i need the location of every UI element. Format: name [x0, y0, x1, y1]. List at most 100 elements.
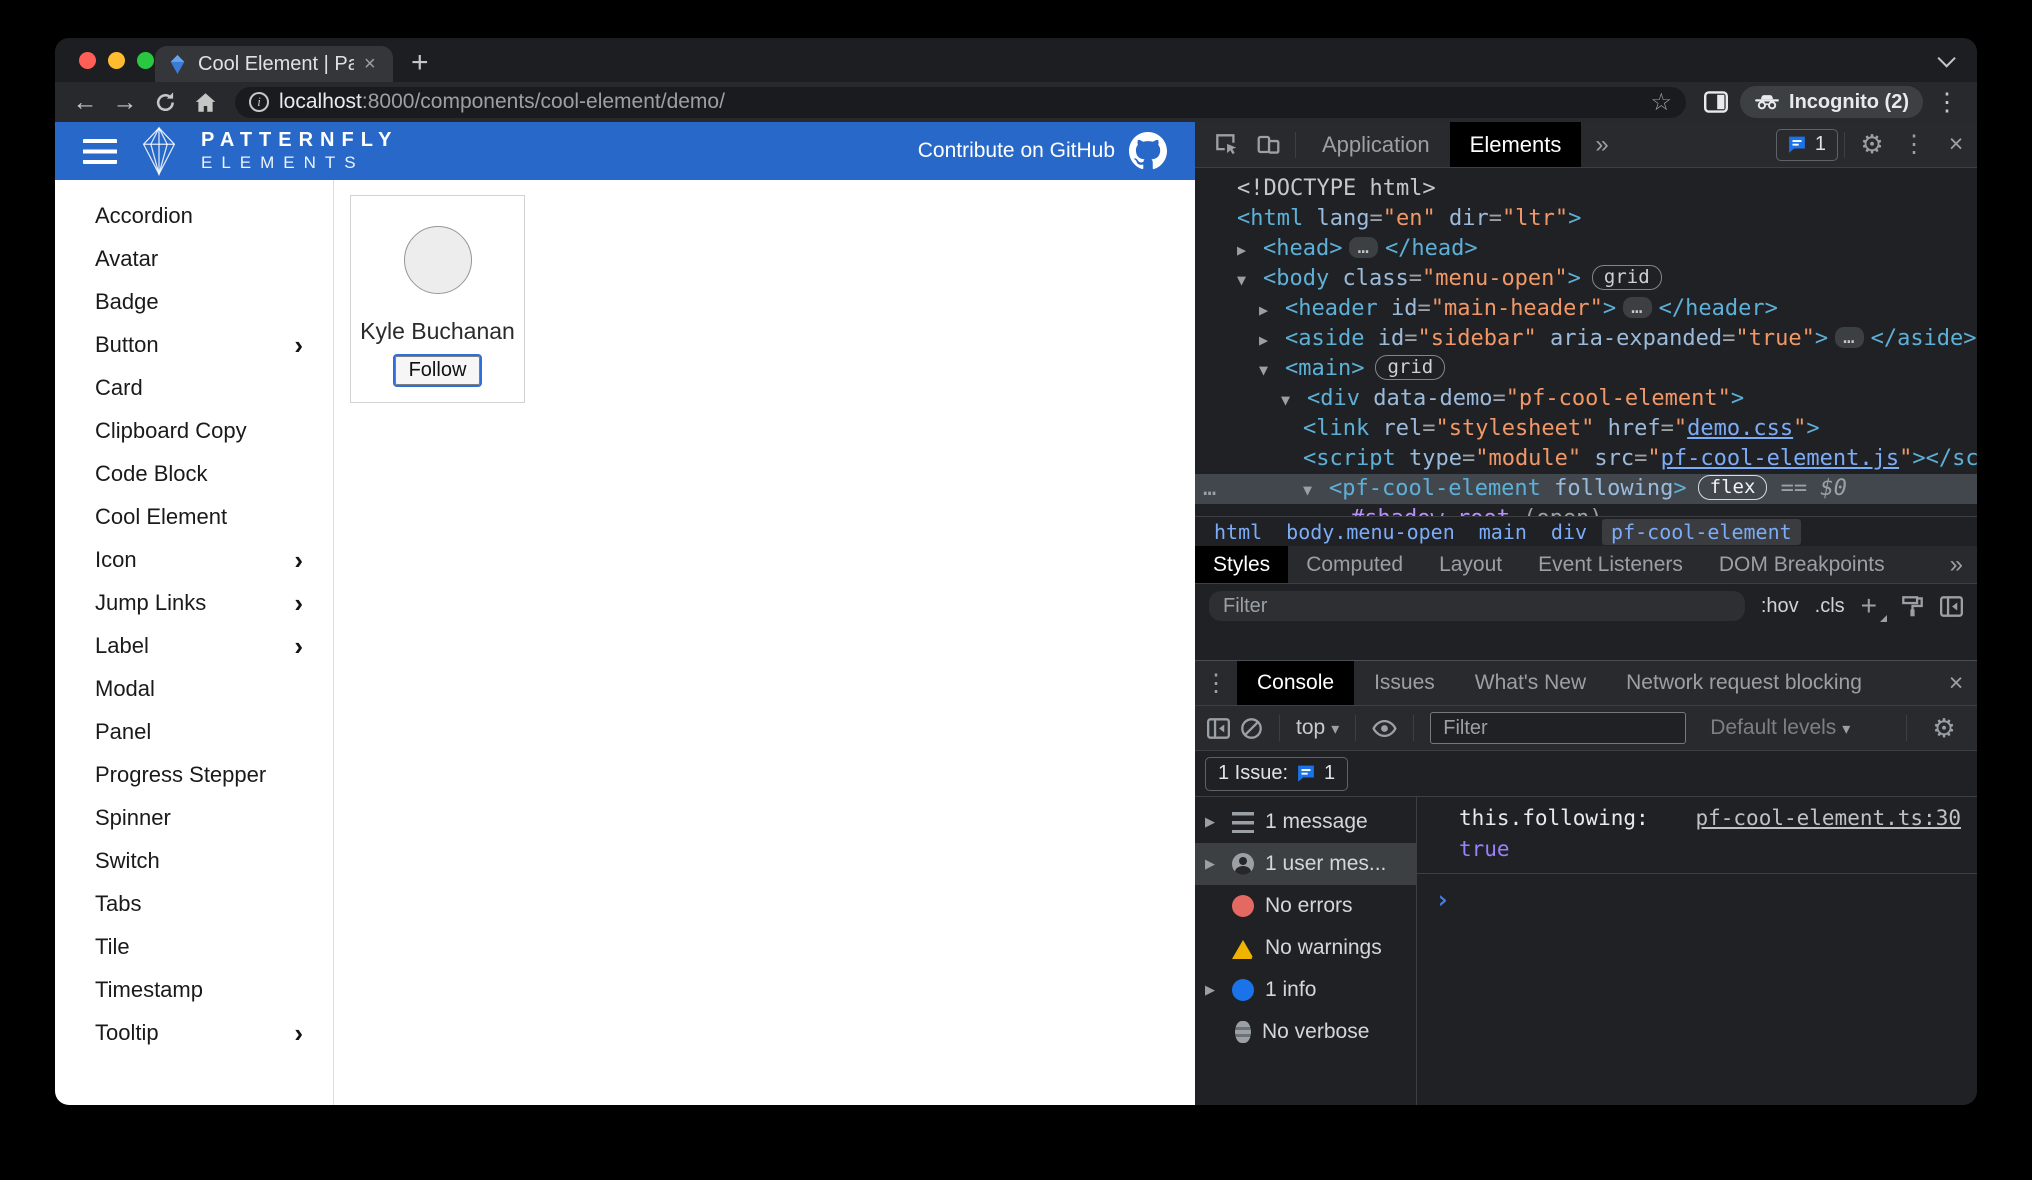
devtools-tab[interactable]: Elements [1449, 122, 1582, 167]
breadcrumb-item[interactable]: body.menu-open [1277, 519, 1464, 545]
contribute-link[interactable]: Contribute on GitHub [918, 132, 1167, 170]
styles-more-tabs-icon[interactable]: » [1936, 551, 1977, 579]
dom-tree-row[interactable]: ▼ <main> grid [1195, 354, 1977, 384]
dom-tree-row[interactable]: ▶ <header id="main-header">… </header> [1195, 294, 1977, 324]
sidebar-item[interactable]: Panel [55, 710, 333, 753]
styles-tab[interactable]: Computed [1288, 546, 1421, 583]
minimize-window-button[interactable] [108, 52, 125, 69]
expand-arrow-icon[interactable]: ▶ [1205, 982, 1221, 998]
dom-tree-row[interactable]: ▶#shadow-root (open) [1195, 504, 1977, 516]
toggle-element-classes[interactable]: .cls [1815, 595, 1845, 618]
home-icon[interactable] [189, 91, 221, 114]
dom-tree-row[interactable]: <!DOCTYPE html> [1195, 174, 1977, 204]
expand-arrow-icon[interactable]: ▶ [1205, 814, 1221, 830]
styles-tab[interactable]: Event Listeners [1520, 546, 1701, 583]
dom-tree-row[interactable]: <script type="module" src="pf-cool-eleme… [1195, 444, 1977, 474]
tab-close-icon[interactable]: × [364, 54, 376, 74]
issues-counter[interactable]: 1 [1775, 128, 1838, 161]
dom-tree-row[interactable]: ▶ <aside id="sidebar" aria-expanded="true… [1195, 324, 1977, 354]
styles-tab[interactable]: Layout [1421, 546, 1520, 583]
reload-icon[interactable] [149, 91, 181, 114]
new-style-rule-icon[interactable]: + [1861, 592, 1888, 622]
sidebar-item[interactable]: Button › [55, 323, 333, 366]
menu-hamburger-icon[interactable] [83, 138, 117, 164]
sidebar-item[interactable]: Spinner [55, 796, 333, 839]
browser-tab[interactable]: Cool Element | PatternFly Elem × [155, 46, 393, 82]
console-tab[interactable]: What's New [1455, 661, 1606, 705]
expand-arrow-icon[interactable]: ▼ [1281, 385, 1307, 415]
expand-arrow-icon[interactable]: ▶ [1237, 235, 1263, 265]
sidebar-item[interactable]: Code Block [55, 452, 333, 495]
console-sidebar-item[interactable]: ▶ 1 info [1195, 969, 1416, 1011]
drawer-close-icon[interactable]: × [1935, 669, 1977, 698]
sidebar-item[interactable]: Tooltip › [55, 1011, 333, 1054]
computed-sidebar-toggle-icon[interactable] [1940, 595, 1963, 617]
styles-tab[interactable]: Styles [1195, 546, 1289, 583]
dom-tree-row[interactable]: ▼ <div data-demo="pf-cool-element"> [1195, 384, 1977, 414]
devtools-close-icon[interactable]: × [1935, 130, 1977, 159]
sidebar-item[interactable]: Accordion [55, 194, 333, 237]
console-sidebar-item[interactable]: ▶ No warnings [1195, 927, 1416, 969]
row-overflow-icon[interactable]: … [1203, 474, 1216, 504]
sidebar-item[interactable]: Timestamp [55, 968, 333, 1011]
site-brand[interactable]: PATTERNFLY ELEMENTS [201, 129, 398, 173]
source-location-link[interactable]: pf-cool-element.ts:30 [1695, 803, 1961, 834]
console-tab[interactable]: Issues [1354, 661, 1455, 705]
new-tab-button[interactable]: + [411, 48, 429, 78]
console-tab[interactable]: Console [1237, 661, 1355, 705]
breadcrumb-item[interactable]: div [1542, 519, 1596, 545]
dom-tree-row[interactable]: ▼ <body class="menu-open"> grid [1195, 264, 1977, 294]
clear-console-icon[interactable] [1240, 717, 1263, 740]
console-settings-gear-icon[interactable]: ⚙ [1923, 713, 1965, 744]
dom-tree-row[interactable]: <html lang="en" dir="ltr"> [1195, 204, 1977, 234]
styles-filter-input[interactable] [1209, 591, 1745, 621]
patternfly-logo-icon[interactable] [137, 126, 181, 176]
rendering-brush-icon[interactable] [1901, 595, 1924, 618]
devtools-menu-kebab-icon[interactable]: ⋮ [1893, 130, 1935, 159]
sidebar-item[interactable]: Cool Element [55, 495, 333, 538]
sidebar-item[interactable]: Clipboard Copy [55, 409, 333, 452]
address-bar[interactable]: i localhost:8000/components/cool-element… [235, 86, 1687, 118]
breadcrumb-item[interactable]: html [1205, 519, 1271, 545]
console-log-entry[interactable]: pf-cool-element.ts:30 this.following: tr… [1417, 797, 1977, 874]
sidebar-item[interactable]: Badge [55, 280, 333, 323]
more-tabs-icon[interactable]: » [1581, 131, 1622, 159]
forward-icon[interactable]: → [109, 89, 141, 115]
expand-arrow-icon[interactable]: ▶ [1205, 856, 1221, 872]
site-info-icon[interactable]: i [249, 92, 269, 112]
bookmark-star-icon[interactable]: ☆ [1651, 88, 1673, 117]
console-sidebar-toggle-icon[interactable] [1207, 717, 1230, 739]
console-tab[interactable]: Network request blocking [1606, 661, 1882, 705]
expand-arrow-icon[interactable]: ▶ [1259, 295, 1285, 325]
breadcrumb-item[interactable]: pf-cool-element [1602, 518, 1801, 545]
breadcrumb-item[interactable]: main [1470, 519, 1536, 545]
expand-arrow-icon[interactable]: ▼ [1259, 355, 1285, 385]
console-sidebar-item[interactable]: ▶ No errors [1195, 885, 1416, 927]
sidebar-item[interactable]: Label › [55, 624, 333, 667]
console-sidebar-item[interactable]: ▶ 1 message [1195, 801, 1416, 843]
dom-tree-row[interactable]: <link rel="stylesheet" href="demo.css"> [1195, 414, 1977, 444]
log-levels-selector[interactable]: Default levels ▾ [1710, 716, 1850, 740]
incognito-badge[interactable]: Incognito (2) [1740, 86, 1923, 118]
sidebar-item[interactable]: Progress Stepper [55, 753, 333, 796]
zoom-window-button[interactable] [137, 52, 154, 69]
expand-arrow-icon[interactable]: ▼ [1303, 475, 1329, 505]
sidebar-item[interactable]: Jump Links › [55, 581, 333, 624]
dom-tree-row[interactable]: … ▼ <pf-cool-element following> flex == $0 [1195, 474, 1977, 504]
browser-menu-kebab-icon[interactable]: ⋮ [1931, 89, 1963, 115]
sidebar-item[interactable]: Switch [55, 839, 333, 882]
dom-tree-row[interactable]: ▶ <head>… </head> [1195, 234, 1977, 264]
execution-context-selector[interactable]: top ▾ [1296, 716, 1339, 740]
expand-arrow-icon[interactable]: ▶ [1259, 325, 1285, 355]
side-panel-icon[interactable] [1700, 91, 1732, 113]
toggle-hover-state[interactable]: :hov [1761, 595, 1799, 618]
close-window-button[interactable] [79, 52, 96, 69]
sidebar-item[interactable]: Tabs [55, 882, 333, 925]
sidebar-item[interactable]: Icon › [55, 538, 333, 581]
console-prompt[interactable]: › [1417, 874, 1977, 917]
sidebar-item[interactable]: Tile [55, 925, 333, 968]
follow-button[interactable]: Follow [392, 354, 483, 387]
sidebar-item[interactable]: Modal [55, 667, 333, 710]
back-icon[interactable]: ← [69, 89, 101, 115]
settings-gear-icon[interactable]: ⚙ [1851, 129, 1893, 160]
